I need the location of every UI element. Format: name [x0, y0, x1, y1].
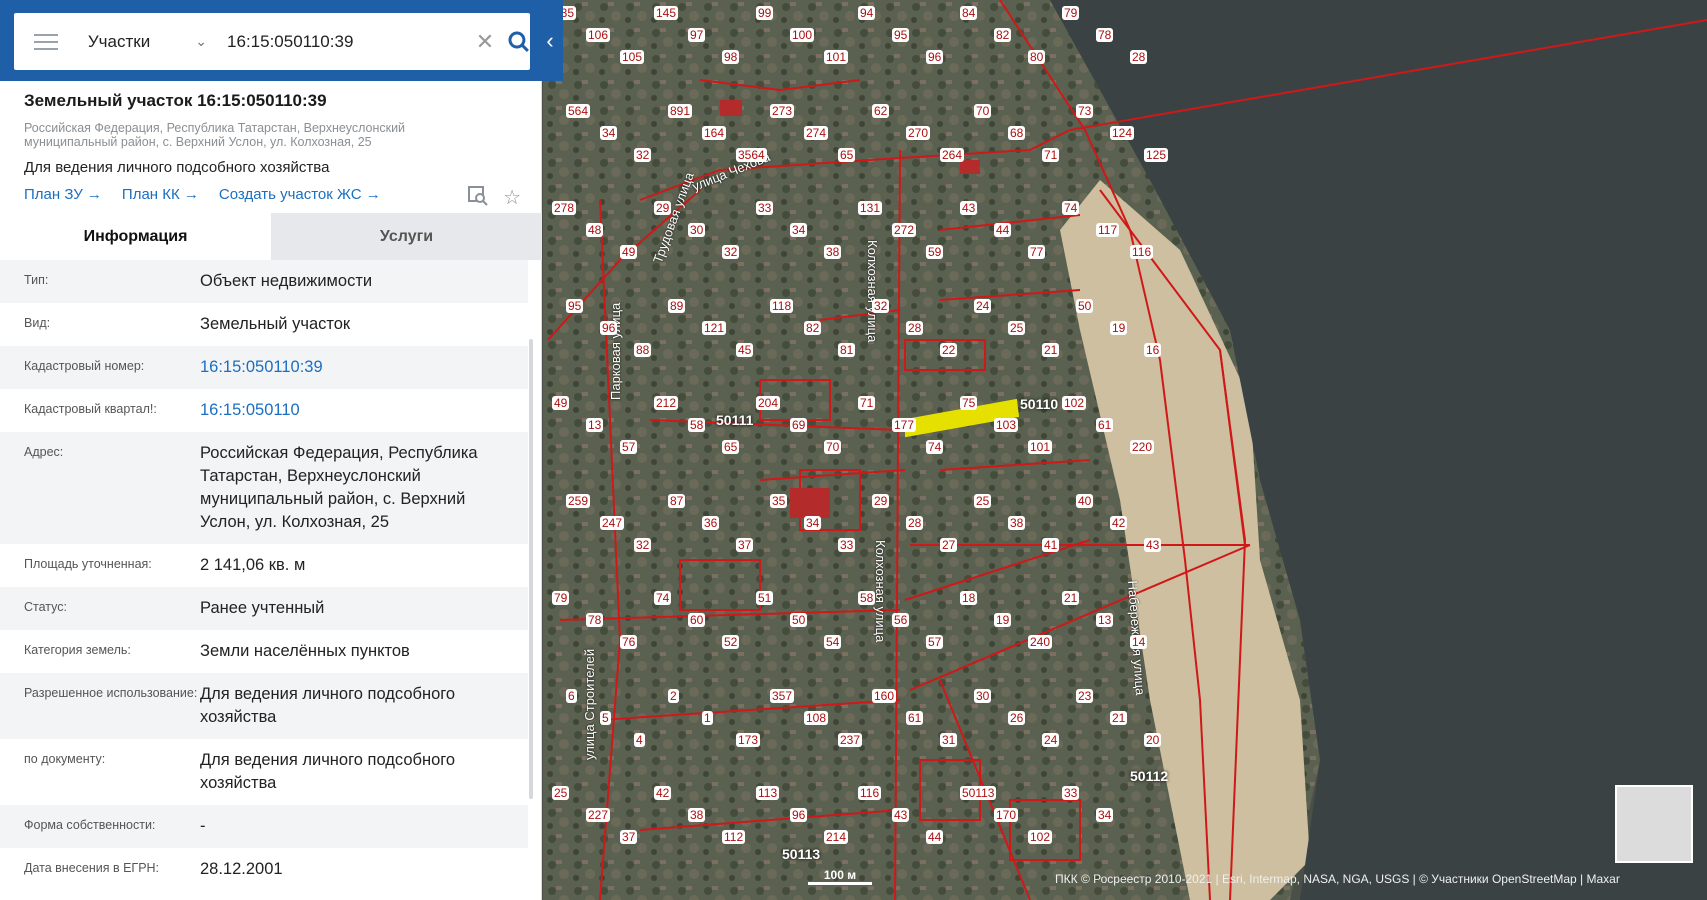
object-title: Земельный участок 16:15:050110:39	[24, 91, 327, 110]
plan-zu-link[interactable]: План ЗУ →	[24, 186, 102, 203]
table-row: Вид: Земельный участок	[0, 303, 528, 346]
search-box: Участки ⌄ ✕	[14, 13, 530, 70]
row-label: Категория земель:	[24, 643, 131, 657]
menu-icon[interactable]	[34, 33, 58, 50]
plan-kk-link[interactable]: План КК →	[122, 186, 199, 203]
row-value: Земли населённых пунктов	[200, 642, 410, 660]
table-row: Разрешенное использование: Для ведения ли…	[0, 673, 528, 739]
row-label: Дата внесения в ЕГРН:	[24, 861, 160, 875]
row-label: Форма собственности:	[24, 818, 156, 832]
table-row: Категория земель: Земли населённых пункто…	[0, 630, 528, 673]
table-row: Адрес: Российская Федерация, Республика Т…	[0, 432, 528, 544]
row-value: 28.12.2001	[200, 860, 283, 878]
row-label: Вид:	[24, 316, 51, 330]
row-value: Ранее учтенный	[200, 599, 325, 617]
row-label: по документу:	[24, 752, 106, 766]
close-icon[interactable]: ✕	[476, 29, 494, 55]
attribute-table: Тип: Объект недвижимости Вид: Земельный уч…	[0, 260, 528, 891]
layer-select[interactable]: Участки	[88, 32, 187, 52]
create-parcel-link[interactable]: Создать участок ЖС →	[219, 186, 381, 203]
star-icon[interactable]: ☆	[503, 185, 521, 210]
scrollbar[interactable]	[529, 339, 533, 799]
collapse-panel-icon[interactable]: ‹	[540, 26, 560, 56]
table-row: Форма собственности: -	[0, 805, 528, 848]
search-icon[interactable]	[508, 31, 530, 53]
row-value: -	[200, 817, 206, 835]
search-bar: Участки ⌄ ✕ ‹	[0, 0, 563, 81]
row-label: Адрес:	[24, 445, 64, 459]
table-row: по документу: Для ведения личного подсобн…	[0, 739, 528, 805]
info-panel: Земельный участок 16:15:050110:39 Россий…	[0, 81, 542, 900]
search-input[interactable]	[227, 31, 466, 52]
table-row: Тип: Объект недвижимости	[0, 260, 528, 303]
zoom-to-icon[interactable]	[467, 185, 489, 207]
row-value: Для ведения личного подсобного хозяйства	[200, 685, 456, 726]
row-value: Объект недвижимости	[200, 272, 373, 290]
row-label: Площадь уточненная:	[24, 557, 152, 571]
table-row: Статус: Ранее учтенный	[0, 587, 528, 630]
chevron-down-icon[interactable]: ⌄	[195, 33, 207, 50]
basemap-switcher[interactable]	[1615, 785, 1693, 863]
table-row: Кадастровый номер: 16:15:050110:39	[0, 346, 528, 389]
row-value: Российская Федерация, Республика Татарст…	[200, 444, 478, 531]
tab-info[interactable]: Информация	[0, 213, 271, 260]
object-links: План ЗУ → План КК → Создать участок ЖС →	[24, 186, 381, 203]
tab-services[interactable]: Услуги	[271, 213, 542, 260]
row-label: Кадастровый квартал!:	[24, 402, 157, 416]
row-label: Кадастровый номер:	[24, 359, 145, 373]
map-attribution: ПКК © Росреестр 2010-2021 | Esri, Interm…	[1055, 872, 1620, 886]
table-row: Кадастровый квартал!: 16:15:050110	[0, 389, 528, 432]
scale-bar: 100 м	[808, 868, 872, 885]
tabs: Информация Услуги	[0, 213, 542, 260]
table-row: Дата внесения в ЕГРН: 28.12.2001	[0, 848, 528, 891]
row-label: Статус:	[24, 600, 67, 614]
table-row: Площадь уточненная: 2 141,06 кв. м	[0, 544, 528, 587]
cadastral-number-link[interactable]: 16:15:050110:39	[200, 356, 510, 379]
row-value: 2 141,06 кв. м	[200, 556, 306, 574]
row-value: Для ведения личного подсобного хозяйства	[200, 751, 456, 792]
row-label: Тип:	[24, 273, 49, 287]
object-address: Российская Федерация, Республика Татарст…	[24, 121, 406, 149]
row-label: Разрешенное использование:	[24, 686, 198, 700]
row-value: Земельный участок	[200, 315, 351, 333]
object-actions: ☆	[467, 185, 521, 210]
cadastral-quarter-link[interactable]: 16:15:050110	[200, 399, 510, 422]
object-purpose: Для ведения личного подсобного хозяйства	[24, 159, 330, 176]
